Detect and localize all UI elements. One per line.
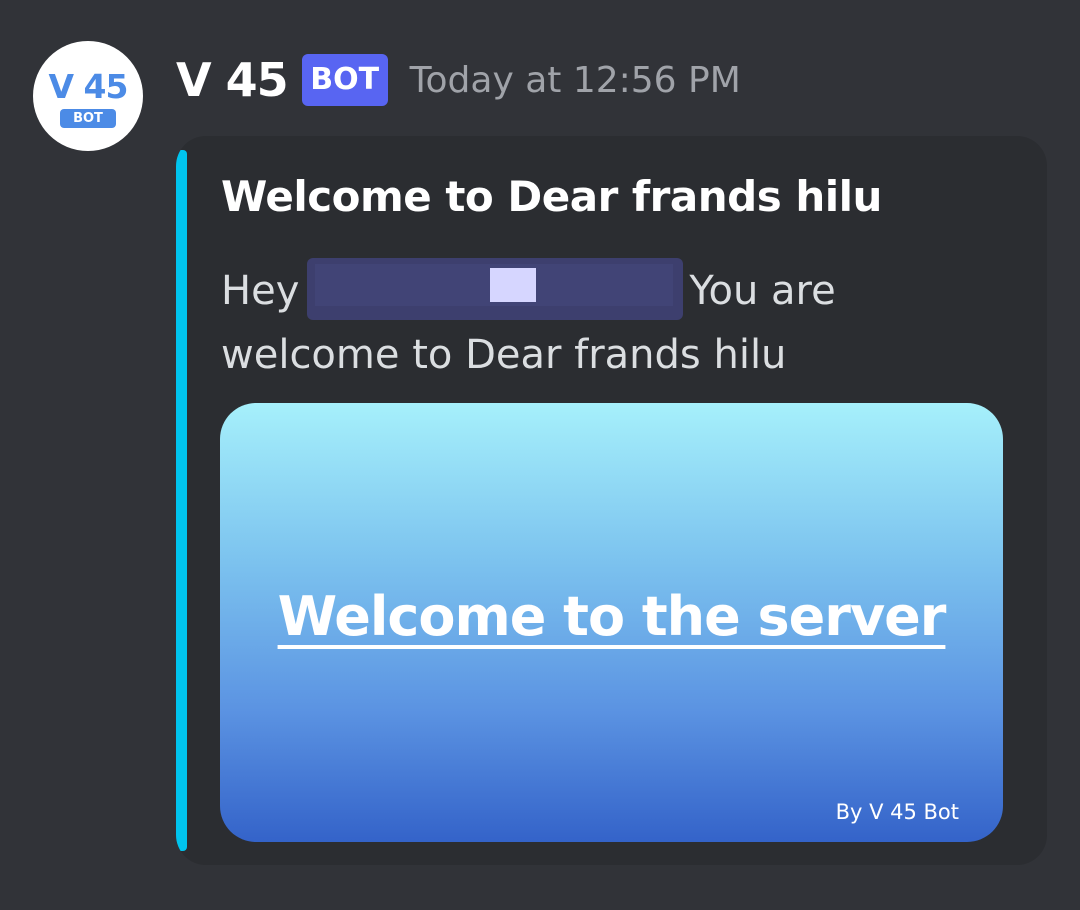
banner-credit: By V 45 Bot bbox=[835, 800, 959, 824]
chat-message: V 45 BOT V 45 BOT Today at 12:56 PM Welc… bbox=[0, 0, 1080, 910]
bot-tag: BOT bbox=[301, 54, 388, 106]
timestamp[interactable]: Today at 12:56 PM bbox=[410, 60, 741, 101]
avatar[interactable]: V 45 BOT bbox=[33, 41, 143, 151]
embed-accent-bar bbox=[176, 150, 187, 851]
redaction-block bbox=[490, 268, 537, 302]
avatar-name: V 45 bbox=[48, 67, 129, 106]
embed-desc-line2: welcome to Dear frands hilu bbox=[221, 332, 787, 378]
embed-description: Hey You are welcome to Dear frands hilu bbox=[221, 258, 836, 387]
embed-image[interactable]: Welcome to the server By V 45 Bot bbox=[220, 403, 1003, 842]
username[interactable]: V 45 bbox=[176, 53, 289, 107]
embed-desc-suffix: You are bbox=[689, 268, 836, 314]
embed: Welcome to Dear frands hilu Hey You are w… bbox=[176, 136, 1047, 865]
user-mention-redacted[interactable] bbox=[307, 258, 684, 320]
message-header: V 45 BOT Today at 12:56 PM bbox=[176, 52, 741, 108]
embed-desc-prefix: Hey bbox=[221, 268, 300, 314]
banner-title: Welcome to the server bbox=[277, 585, 947, 648]
embed-title: Welcome to Dear frands hilu bbox=[221, 172, 882, 221]
avatar-bot-badge: BOT bbox=[60, 109, 116, 128]
